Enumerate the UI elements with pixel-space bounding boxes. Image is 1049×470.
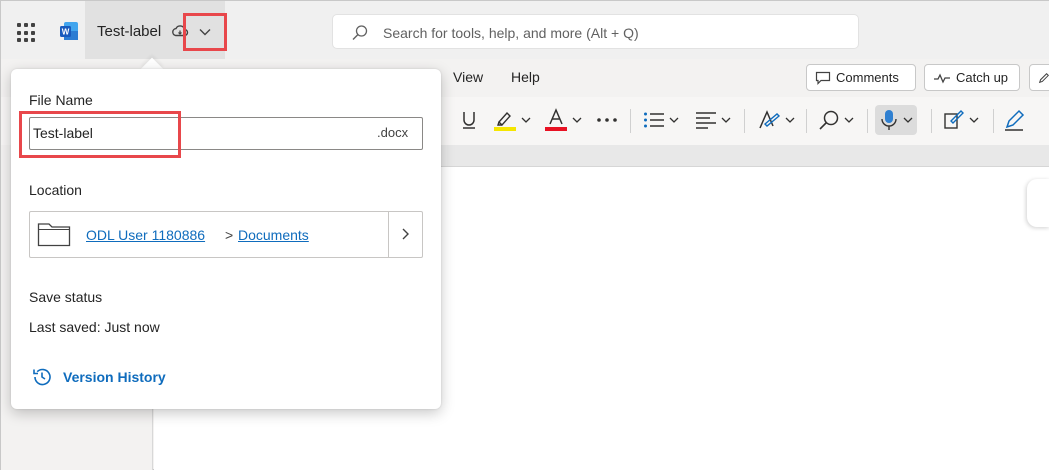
search-placeholder: Search for tools, help, and more (Alt + … bbox=[383, 25, 639, 41]
align-left-icon bbox=[696, 112, 716, 129]
menu-help[interactable]: Help bbox=[511, 69, 540, 85]
catch-up-button[interactable]: Catch up bbox=[924, 64, 1020, 91]
highlight-box bbox=[19, 111, 181, 158]
more-options-button[interactable] bbox=[596, 105, 618, 135]
ribbon-divider bbox=[744, 109, 745, 133]
sensitivity-icon bbox=[944, 110, 964, 129]
pulse-icon bbox=[934, 72, 950, 84]
version-history-link[interactable]: Version History bbox=[63, 369, 166, 385]
app-launcher-icon[interactable] bbox=[17, 23, 37, 43]
location-divider bbox=[388, 211, 389, 258]
styles-button[interactable] bbox=[757, 105, 795, 135]
chevron-down-icon bbox=[785, 117, 795, 123]
editor-button[interactable] bbox=[1003, 105, 1025, 135]
last-saved-text: Last saved: Just now bbox=[29, 319, 160, 335]
highlight-color-button[interactable] bbox=[493, 105, 531, 135]
side-pane-handle[interactable] bbox=[1027, 179, 1049, 227]
history-icon[interactable] bbox=[31, 366, 53, 388]
dictate-button[interactable] bbox=[875, 105, 917, 135]
chevron-down-icon bbox=[844, 117, 854, 123]
find-button[interactable] bbox=[818, 105, 854, 135]
pen-icon bbox=[1038, 72, 1049, 83]
chevron-down-icon bbox=[903, 117, 913, 123]
ribbon-divider bbox=[993, 109, 994, 133]
chevron-down-icon bbox=[572, 117, 582, 123]
file-extension: .docx bbox=[377, 125, 409, 140]
chevron-down-icon bbox=[669, 117, 679, 123]
folder-icon bbox=[37, 223, 71, 247]
file-name-label: File Name bbox=[29, 92, 93, 108]
location-separator: > bbox=[225, 227, 234, 243]
highlighter-icon bbox=[494, 111, 516, 131]
file-menu-chevron-button[interactable] bbox=[183, 13, 227, 51]
underline-icon bbox=[463, 112, 475, 129]
location-documents-link[interactable]: Documents bbox=[238, 227, 309, 243]
comment-icon bbox=[815, 71, 831, 85]
search-icon bbox=[352, 25, 368, 40]
location-label: Location bbox=[29, 182, 82, 198]
font-color-icon bbox=[545, 108, 567, 131]
ribbon-divider bbox=[931, 109, 932, 133]
document-title[interactable]: Test-label bbox=[97, 23, 161, 40]
comments-button[interactable]: Comments bbox=[806, 64, 916, 91]
microphone-icon bbox=[881, 110, 897, 130]
more-icon bbox=[597, 118, 617, 122]
find-icon bbox=[819, 110, 839, 130]
sensitivity-button[interactable] bbox=[943, 105, 979, 135]
chevron-down-icon bbox=[721, 117, 731, 123]
chevron-down-icon bbox=[521, 117, 531, 123]
ribbon-divider bbox=[630, 109, 631, 133]
editor-pen-icon bbox=[1005, 109, 1025, 131]
editing-mode-button[interactable] bbox=[1029, 64, 1049, 91]
svg-text:W: W bbox=[62, 28, 70, 37]
menu-view[interactable]: View bbox=[453, 69, 483, 85]
location-user-link[interactable]: ODL User 1180886 bbox=[86, 227, 205, 243]
save-status-label: Save status bbox=[29, 289, 103, 305]
chevron-down-icon bbox=[969, 117, 979, 123]
word-app-icon: W bbox=[60, 22, 78, 40]
paragraph-align-button[interactable] bbox=[695, 105, 731, 135]
search-input[interactable]: Search for tools, help, and more (Alt + … bbox=[332, 14, 859, 49]
comments-label: Comments bbox=[836, 70, 899, 85]
ribbon-divider bbox=[867, 109, 868, 133]
catch-up-label: Catch up bbox=[956, 70, 1009, 85]
underline-button[interactable] bbox=[461, 105, 477, 135]
font-color-button[interactable] bbox=[544, 105, 582, 135]
styles-icon bbox=[759, 110, 781, 129]
bulleted-list-icon bbox=[644, 112, 664, 128]
bullets-button[interactable] bbox=[643, 105, 679, 135]
ribbon-divider bbox=[806, 109, 807, 133]
chevron-down-icon bbox=[199, 29, 211, 36]
chevron-right-icon[interactable] bbox=[399, 227, 411, 241]
